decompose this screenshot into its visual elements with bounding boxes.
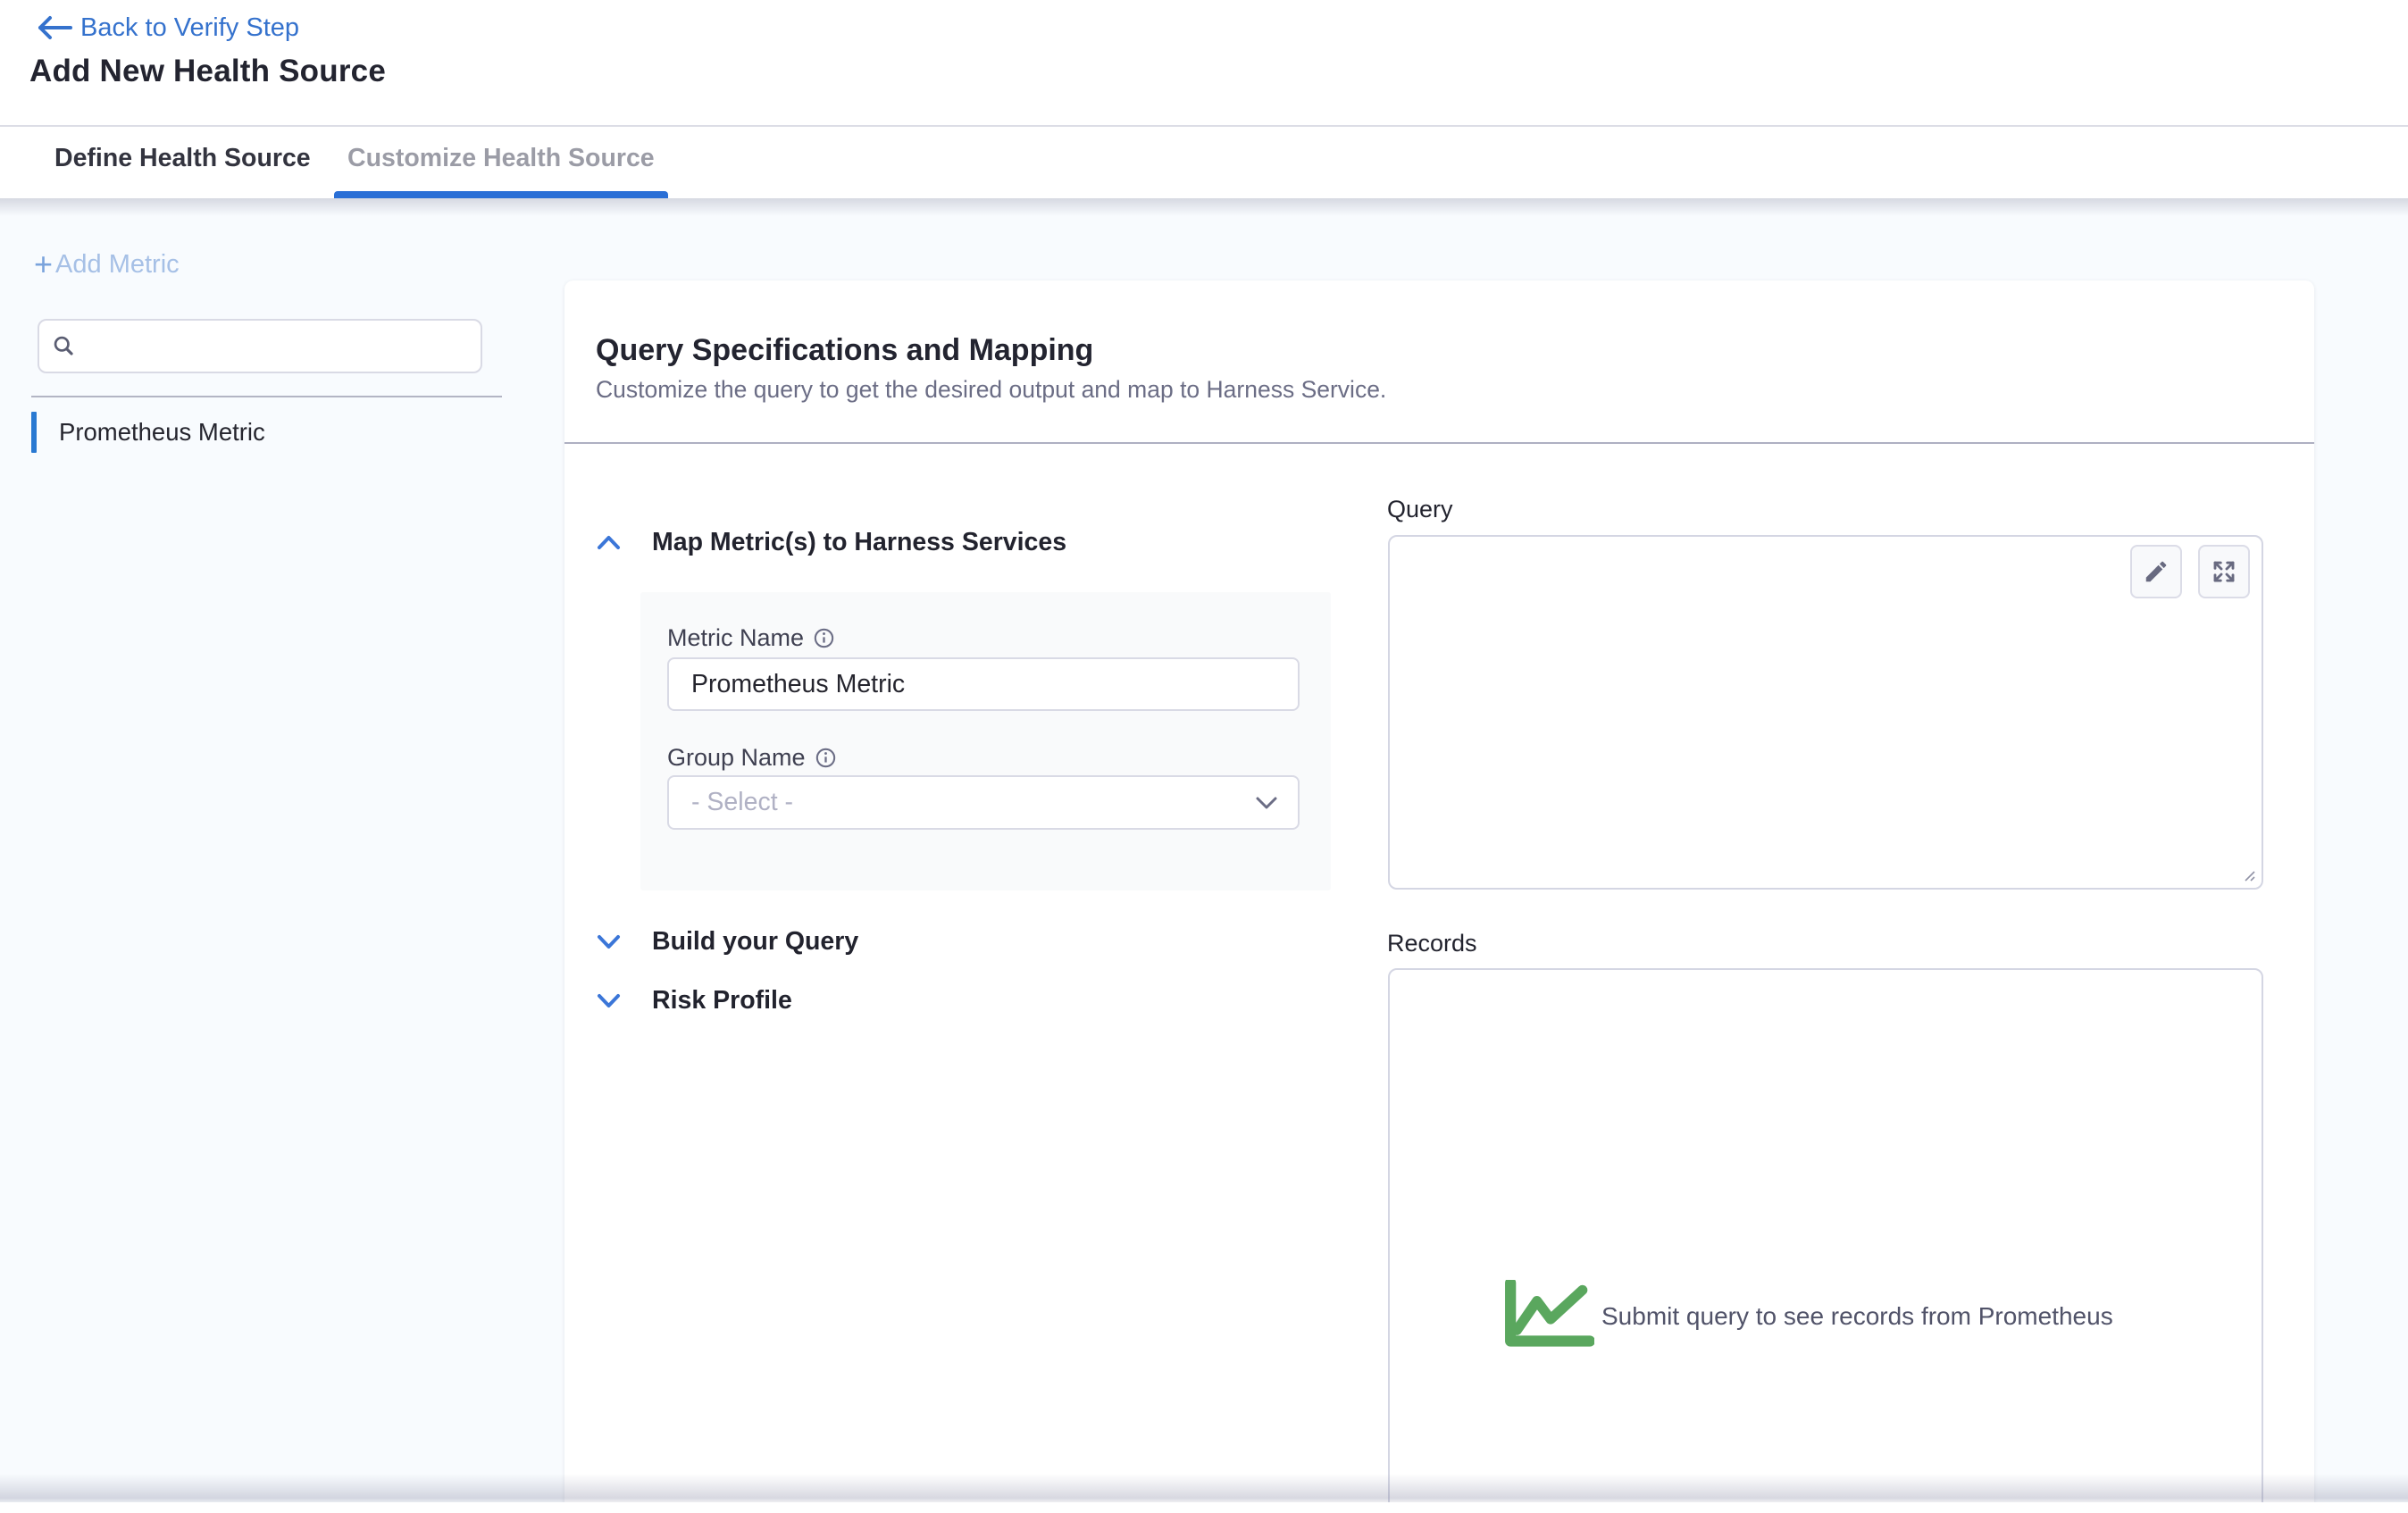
expand-arrows-icon: [2211, 558, 2237, 585]
chevron-down-icon: [1255, 796, 1278, 810]
bottom-white-strip: [0, 1502, 2408, 1513]
query-editor: [1388, 535, 2263, 890]
map-metrics-form-panel: Metric Name Group Name - Select -: [640, 592, 1331, 890]
metric-name-label: Metric Name: [667, 624, 804, 652]
group-name-label-row: Group Name: [667, 744, 836, 771]
plus-icon: +: [34, 248, 53, 280]
section-label: Map Metric(s) to Harness Services: [652, 528, 1066, 557]
page-header: Back to Verify Step Add New Health Sourc…: [0, 0, 2408, 125]
card-heading: Query Specifications and Mapping: [596, 331, 1093, 369]
query-specifications-card: Query Specifications and Mapping Customi…: [564, 280, 2314, 1513]
section-map-metrics[interactable]: Map Metric(s) to Harness Services: [597, 526, 1066, 558]
section-build-your-query[interactable]: Build your Query: [597, 925, 858, 957]
line-chart-icon: [1503, 1280, 1594, 1353]
page-title: Add New Health Source: [29, 54, 386, 89]
tab-define-health-source[interactable]: Define Health Source: [54, 144, 311, 173]
resize-grip-icon[interactable]: [2238, 865, 2256, 882]
selected-indicator-bar: [31, 412, 37, 453]
chevron-down-icon: [597, 934, 621, 949]
query-fullscreen-button[interactable]: [2198, 545, 2250, 598]
section-risk-profile[interactable]: Risk Profile: [597, 984, 792, 1016]
metric-list-item-prometheus[interactable]: Prometheus Metric: [31, 412, 265, 453]
metric-search-input[interactable]: [87, 332, 468, 360]
group-name-select[interactable]: - Select -: [667, 775, 1300, 830]
sidebar-divider: [31, 396, 502, 397]
add-metric-button[interactable]: + Add Metric: [34, 247, 180, 281]
tab-bar-shadow: [0, 198, 2408, 216]
records-empty-message: Submit query to see records from Prometh…: [1601, 1297, 2113, 1336]
arrow-left-icon: [32, 14, 75, 41]
back-link-label: Back to Verify Step: [80, 13, 299, 43]
add-metric-label: Add Metric: [55, 250, 180, 280]
group-name-placeholder: - Select -: [691, 788, 1255, 817]
pencil-icon: [2143, 558, 2170, 585]
tab-customize-health-source[interactable]: Customize Health Source: [347, 144, 655, 173]
card-divider: [564, 442, 2314, 444]
card-subheading: Customize the query to get the desired o…: [596, 374, 1386, 405]
chevron-down-icon: [597, 993, 621, 1008]
search-icon: [52, 334, 76, 358]
back-link[interactable]: Back to Verify Step: [32, 13, 299, 43]
group-name-label: Group Name: [667, 744, 806, 772]
metric-search-box: [38, 319, 482, 373]
query-label: Query: [1387, 496, 1453, 523]
active-tab-underline: [334, 191, 668, 198]
section-label: Build your Query: [652, 927, 858, 957]
info-icon[interactable]: [814, 628, 834, 648]
metric-item-label: Prometheus Metric: [59, 418, 265, 447]
tab-bar: Define Health Source Customize Health So…: [0, 127, 2408, 198]
metric-name-label-row: Metric Name: [667, 624, 834, 651]
info-icon[interactable]: [815, 748, 836, 768]
query-edit-button[interactable]: [2130, 545, 2182, 598]
section-label: Risk Profile: [652, 986, 792, 1016]
bottom-shadow-band: [0, 1474, 2408, 1502]
chevron-up-icon: [597, 535, 621, 550]
metric-name-input[interactable]: [667, 657, 1300, 711]
records-label: Records: [1387, 930, 1477, 957]
records-panel: Submit query to see records from Prometh…: [1388, 968, 2263, 1513]
